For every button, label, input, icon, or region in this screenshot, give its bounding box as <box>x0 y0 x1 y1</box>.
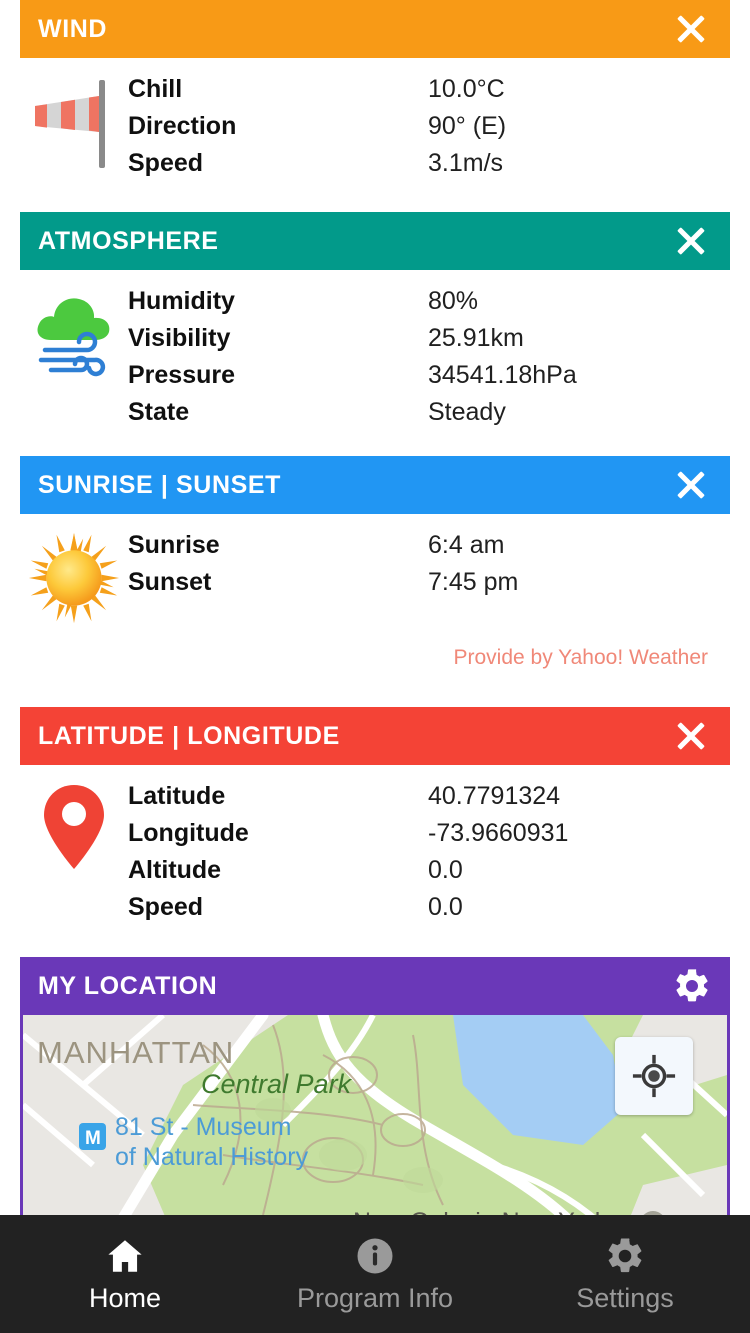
table-row: Humidity 80% <box>128 284 730 321</box>
wind-rows: Chill 10.0°C Direction 90° (E) Speed 3.1… <box>128 72 730 183</box>
atmosphere-card-title: ATMOSPHERE <box>38 226 219 255</box>
map-pin-icon <box>20 779 128 927</box>
my-location-card-title: MY LOCATION <box>38 971 218 1000</box>
wind-card-body: Chill 10.0°C Direction 90° (E) Speed 3.1… <box>20 58 730 183</box>
table-row: Chill 10.0°C <box>128 72 730 109</box>
row-label: Direction <box>128 112 237 140</box>
row-value: -73.9660931 <box>428 819 569 847</box>
row-label: State <box>128 398 190 426</box>
row-value: 6:4 am <box>428 531 505 559</box>
row-value: 34541.18hPa <box>428 361 577 389</box>
nav-item-home[interactable]: Home <box>0 1215 250 1333</box>
row-value: 90° (E) <box>428 112 507 140</box>
row-label: Sunrise <box>128 531 220 559</box>
table-row: Longitude -73.9660931 <box>128 816 730 853</box>
weather-app-screen: WIND Chill 10.0°C Direction 90° (E) Spee… <box>0 0 750 1333</box>
row-value: 0.0 <box>428 856 463 884</box>
map-view[interactable]: MANHATTAN Central Park M 81 St - Museum … <box>20 1015 730 1235</box>
latitude-longitude-rows: Latitude 40.7791324 Longitude -73.966093… <box>128 779 730 927</box>
my-location-button[interactable] <box>615 1037 693 1115</box>
nav-item-program-info[interactable]: Program Info <box>250 1215 500 1333</box>
gear-icon[interactable] <box>672 966 712 1006</box>
row-value: 10.0°C <box>428 75 505 103</box>
close-icon[interactable] <box>674 12 708 46</box>
table-row: Direction 90° (E) <box>128 109 730 146</box>
bottom-navigation-bar: Home Program Info Settings <box>0 1215 750 1333</box>
latitude-longitude-card: LATITUDE | LONGITUDE Latitude 40.7791324… <box>20 707 730 927</box>
row-label: Sunset <box>128 568 212 596</box>
map-station-badge: M <box>85 1128 101 1149</box>
row-label: Altitude <box>128 856 222 884</box>
atmosphere-card: ATMOSPHERE Humidity 80% Visibility 25.91… <box>20 212 730 432</box>
row-value: 7:45 pm <box>428 568 519 596</box>
latitude-longitude-card-header: LATITUDE | LONGITUDE <box>20 707 730 765</box>
nav-label-home: Home <box>88 1282 162 1313</box>
close-icon[interactable] <box>674 224 708 258</box>
table-row: Pressure 34541.18hPa <box>128 358 730 395</box>
atmosphere-card-body: Humidity 80% Visibility 25.91km Pressure… <box>20 270 730 432</box>
latitude-longitude-card-title: LATITUDE | LONGITUDE <box>38 721 340 750</box>
row-value: 3.1m/s <box>428 149 504 177</box>
row-label: Humidity <box>128 287 235 315</box>
atmosphere-card-header: ATMOSPHERE <box>20 212 730 270</box>
cloud-wind-icon <box>20 284 128 432</box>
row-label: Longitude <box>128 819 249 847</box>
row-label: Pressure <box>128 361 236 389</box>
info-icon <box>357 1238 393 1273</box>
sunrise-sunset-card-title: SUNRISE | SUNSET <box>38 470 282 499</box>
row-label: Visibility <box>128 324 231 352</box>
sunrise-sunset-rows: Sunrise 6:4 am Sunset 7:45 pm <box>128 528 730 624</box>
row-value: Steady <box>428 398 506 426</box>
gear-icon <box>608 1237 642 1272</box>
table-row: Visibility 25.91km <box>128 321 730 358</box>
row-label: Latitude <box>128 782 226 810</box>
row-label: Chill <box>128 75 183 103</box>
sunrise-sunset-card-header: SUNRISE | SUNSET <box>20 456 730 514</box>
windsock-icon <box>20 72 128 183</box>
my-location-icon <box>632 1054 676 1098</box>
map-label-borough: MANHATTAN <box>37 1035 234 1070</box>
row-label: Speed <box>128 149 204 177</box>
sun-icon <box>20 528 128 624</box>
row-value: 40.7791324 <box>428 782 561 810</box>
table-row: Sunset 7:45 pm <box>128 565 730 602</box>
map-station-label-line2: of Natural History <box>115 1143 309 1171</box>
wind-card-header: WIND <box>20 0 730 58</box>
latitude-longitude-card-body: Latitude 40.7791324 Longitude -73.966093… <box>20 765 730 927</box>
row-value: 80% <box>428 287 479 315</box>
sunrise-sunset-card-body: Sunrise 6:4 am Sunset 7:45 pm <box>20 514 730 624</box>
row-value: 0.0 <box>428 893 463 921</box>
table-row: Altitude 0.0 <box>128 853 730 890</box>
table-row: Speed 0.0 <box>128 890 730 927</box>
sunrise-sunset-card: SUNRISE | SUNSET Sunrise 6:4 am Sunset 7… <box>20 456 730 670</box>
close-icon[interactable] <box>674 719 708 753</box>
atmosphere-rows: Humidity 80% Visibility 25.91km Pressure… <box>128 284 730 432</box>
nav-label-program-info: Program Info <box>296 1282 454 1313</box>
map-label-park: Central Park <box>201 1069 353 1099</box>
home-icon <box>108 1239 142 1272</box>
nav-item-settings[interactable]: Settings <box>500 1215 750 1333</box>
wind-card: WIND Chill 10.0°C Direction 90° (E) Spee… <box>20 0 730 183</box>
row-label: Speed <box>128 893 204 921</box>
my-location-card-header: MY LOCATION <box>20 957 730 1015</box>
nav-label-settings: Settings <box>576 1282 674 1313</box>
close-icon[interactable] <box>674 468 708 502</box>
table-row: Speed 3.1m/s <box>128 146 730 183</box>
table-row: Latitude 40.7791324 <box>128 779 730 816</box>
wind-card-title: WIND <box>38 14 108 43</box>
my-location-card: MY LOCATION <box>20 957 730 1015</box>
row-value: 25.91km <box>428 324 524 352</box>
map-station-label-line1: 81 St - Museum <box>115 1113 291 1141</box>
table-row: Sunrise 6:4 am <box>128 528 730 565</box>
attribution-text: Provide by Yahoo! Weather <box>453 646 709 669</box>
table-row: State Steady <box>128 395 730 432</box>
